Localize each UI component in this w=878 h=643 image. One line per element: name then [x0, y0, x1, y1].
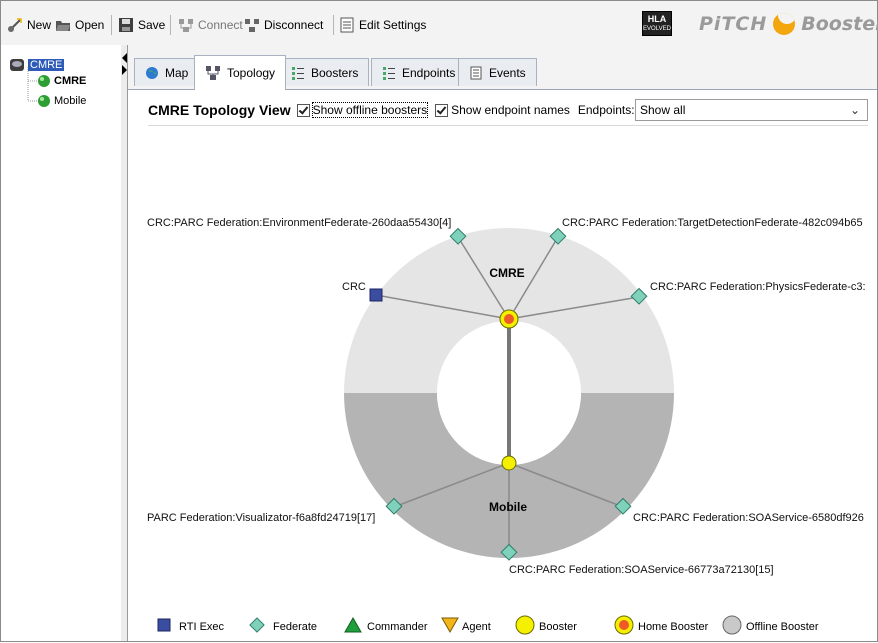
tab-label: Topology — [227, 66, 276, 80]
mobile-ring-label: Mobile — [489, 500, 527, 514]
topology-icon — [206, 66, 220, 80]
endpoint-label: CRC:PARC Federation:EnvironmentFederate-… — [147, 217, 451, 229]
booster-node[interactable] — [501, 455, 517, 471]
application-window: New Open Save Connect Disconnect Edit Se… — [0, 0, 878, 642]
endpoint-label: CRC — [342, 281, 366, 293]
home-booster-legend-core — [619, 620, 629, 630]
rti-exec-node[interactable] — [369, 288, 383, 302]
topology-graph: CMRE Mobile CRC:PARC Federation:Environm… — [147, 217, 866, 635]
legend: RTI Exec Federate Commander Agent Booste… — [157, 615, 819, 635]
commander-legend-icon — [344, 616, 362, 633]
legend-label: Home Booster — [638, 621, 709, 633]
endpoint-label: CRC:PARC Federation:SOAService-6580df926 — [633, 512, 864, 524]
home-booster-core — [504, 314, 514, 324]
booster-legend-icon — [515, 615, 535, 635]
cmre-ring-label: CMRE — [489, 266, 524, 280]
offline-booster-legend-icon — [722, 615, 742, 635]
legend-label: Offline Booster — [746, 621, 819, 633]
legend-label: Agent — [462, 621, 491, 633]
federate-legend-icon — [249, 617, 265, 633]
endpoint-label: PARC Federation:Visualizator-f6a8fd24719… — [147, 512, 375, 524]
legend-label: Federate — [273, 621, 317, 633]
tab-topology[interactable]: Topology — [194, 55, 287, 90]
endpoint-label: CRC:PARC Federation:PhysicsFederate-c3: — [650, 281, 866, 293]
legend-label: Booster — [539, 621, 577, 633]
rti-exec-legend-icon — [157, 618, 171, 632]
endpoint-label: CRC:PARC Federation:TargetDetectionFeder… — [562, 217, 863, 229]
legend-label: Commander — [367, 621, 428, 633]
endpoint-label: CRC:PARC Federation:SOAService-66773a721… — [509, 564, 774, 576]
legend-label: RTI Exec — [179, 621, 225, 633]
agent-legend-icon — [441, 617, 459, 634]
